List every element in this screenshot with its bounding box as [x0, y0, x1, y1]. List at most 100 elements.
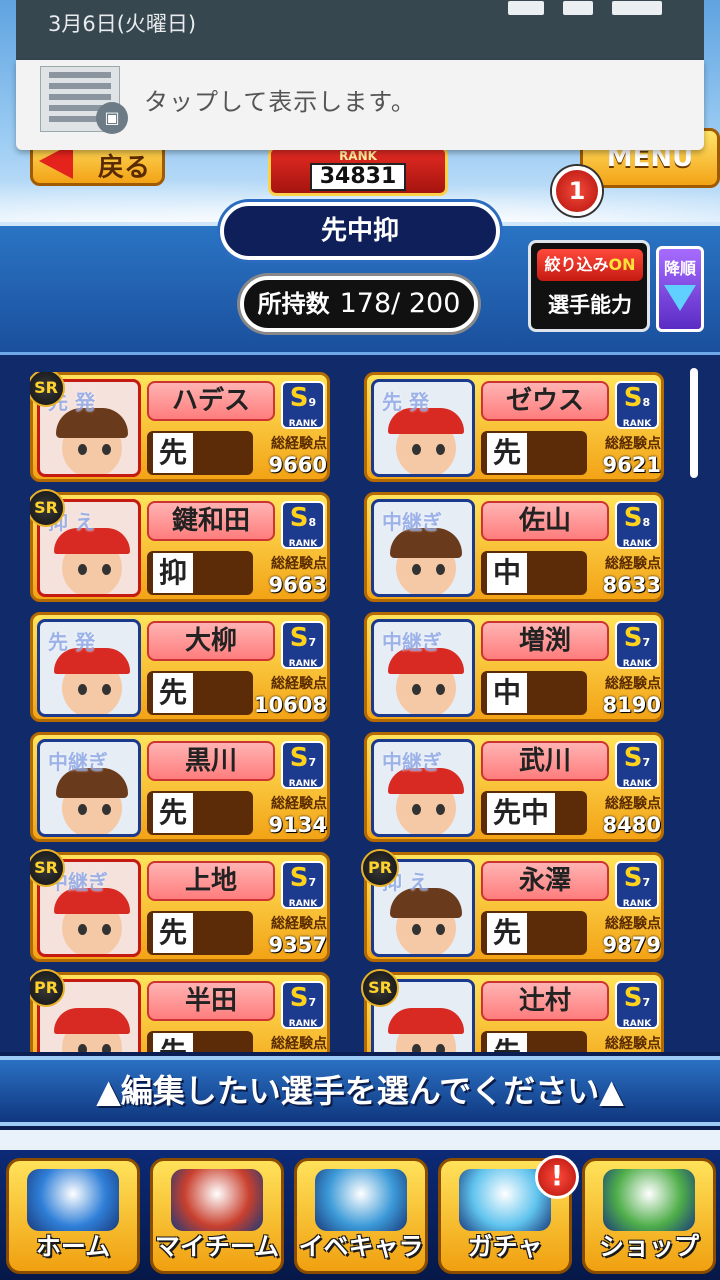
exp-label: 総経験点: [605, 436, 661, 452]
exp-label: 総経験点: [271, 1036, 327, 1052]
sort-label: 降順: [663, 259, 696, 278]
exp-label: 総経験点: [271, 796, 327, 812]
rank-number: 8: [642, 396, 651, 409]
player-eye: [412, 444, 421, 455]
player-card[interactable]: 中継ぎ 黒川 S7 RANK 先 総経験点 9134: [30, 732, 330, 842]
filter-on-state: ON: [608, 255, 636, 274]
player-eye: [436, 804, 445, 815]
player-card[interactable]: 中継ぎ 武川 S7 RANK 先中 総経験点 8480: [364, 732, 664, 842]
player-card[interactable]: SR 中継ぎ 上地 S7 RANK 先 総経験点 9357: [30, 849, 330, 962]
player-card[interactable]: 先 発 ゼウス S8 RANK 先 総経験点 9621: [364, 372, 664, 482]
rarity-badge: PR: [361, 849, 399, 887]
player-card[interactable]: 先 発 大柳 S7 RANK 先 総経験点 10608: [30, 612, 330, 722]
tab-label: ショップ: [598, 1232, 699, 1261]
wifi-icon: [508, 1, 544, 15]
player-card[interactable]: PR 半田 S7RANK 先 総経験点: [30, 969, 330, 1052]
player-card[interactable]: SR 先 発 ハデス S9 RANK 先 総経験点 9660: [30, 372, 330, 482]
owned-count: 所持数 178/ 200: [240, 276, 478, 332]
rank-number: 9: [308, 396, 317, 409]
rank-letter: S: [289, 383, 309, 413]
rank-caption: RANK: [288, 419, 318, 429]
battery-icon: [612, 1, 663, 15]
exp-label: 総経験点: [271, 436, 327, 452]
rank-letter: S: [289, 863, 309, 893]
signal-icon: [563, 1, 594, 15]
position-label: 抑: [153, 553, 194, 593]
position-label: 先中: [487, 793, 556, 833]
tab-label: ホーム: [35, 1232, 111, 1261]
player-eye: [78, 924, 87, 935]
player-card[interactable]: SR 抑 え 鍵和田 S8 RANK 抑 総経験点 9663: [30, 489, 330, 602]
player-eye: [78, 564, 87, 575]
player-eye: [102, 684, 111, 695]
rank-caption: RANK: [288, 659, 318, 669]
player-rank-badge: S7 RANK: [281, 621, 325, 669]
tab-gacha-ball[interactable]: ガチャ!: [438, 1155, 579, 1274]
exp-label: 総経験点: [605, 556, 661, 572]
rank-letter: S: [623, 743, 643, 773]
tab-label: ガチャ: [467, 1232, 543, 1261]
rank-caption: RANK: [288, 1019, 318, 1029]
player-card[interactable]: PR 抑 え 永澤 S7 RANK 先 総経験点 9879: [361, 849, 664, 962]
exp-value: 9134: [268, 813, 327, 837]
rank-letter: S: [289, 503, 309, 533]
notification-message: タップして表示します。: [144, 88, 416, 116]
player-position: 先: [147, 671, 253, 715]
sort-order-button[interactable]: 降順: [656, 246, 704, 332]
rank-number: 7: [308, 876, 317, 889]
exp-value: 8190: [602, 693, 661, 717]
player-eye: [102, 564, 111, 575]
tab-team-players[interactable]: マイチーム: [150, 1158, 284, 1274]
player-eye: [78, 1044, 87, 1052]
rank-caption: RANK: [288, 779, 318, 789]
rank-label: RANK: [339, 149, 377, 163]
bottom-tab-bar: ホーム マイチーム イベキャラ ガチャ! ショップ: [0, 1150, 720, 1280]
rank-number: 7: [642, 996, 651, 1009]
exp-value: 9357: [268, 933, 327, 957]
position-label: 中: [487, 673, 528, 713]
position-label: 先: [153, 1033, 194, 1052]
player-card-grid: SR 先 発 ハデス S9 RANK 先 総経験点 9660 先 発 ゼウス S8…: [30, 372, 670, 1052]
player-name: 鍵和田: [147, 501, 275, 541]
rank-number: 7: [308, 756, 317, 769]
player-card[interactable]: 中継ぎ 佐山 S8 RANK 中 総経験点 8633: [364, 492, 664, 602]
owned-count-label: 所持数: [257, 290, 330, 318]
player-rank-badge: S7 RANK: [281, 861, 325, 909]
exp-label: 総経験点: [605, 676, 661, 692]
tab-shop-store[interactable]: ショップ: [582, 1158, 716, 1274]
rarity-badge: SR: [361, 969, 399, 1007]
notification-card[interactable]: ▣ タップして表示します。: [16, 60, 704, 150]
player-card[interactable]: SR 辻村 S7 RANK 先 総経験点: [361, 969, 664, 1052]
rank-caption: RANK: [622, 419, 652, 429]
list-scrollbar[interactable]: [690, 368, 698, 478]
filter-ability-button[interactable]: 絞り込みON 選手能力: [528, 240, 650, 332]
player-eye: [102, 924, 111, 935]
player-headwear: [54, 1008, 130, 1034]
tab-home-book[interactable]: ホーム: [6, 1158, 140, 1274]
pitcher-role-overlay: 先 発: [382, 390, 429, 414]
rank-caption: RANK: [288, 539, 318, 549]
home-book-icon: [27, 1169, 119, 1231]
player-portrait: 先 発: [37, 619, 141, 717]
player-rank-badge: S7 RANK: [615, 741, 659, 789]
player-rank-badge: S7 RANK: [281, 741, 325, 789]
player-card[interactable]: 中継ぎ 増渕 S7 RANK 中 総経験点 8190: [364, 612, 664, 722]
position-label: 先: [153, 913, 194, 953]
player-rank-badge: S8 RANK: [281, 501, 325, 549]
shop-store-icon: [603, 1169, 695, 1231]
player-rank-badge: S7 RANK: [281, 981, 325, 1029]
status-icons: [494, 0, 664, 22]
player-name: 大柳: [147, 621, 275, 661]
player-portrait: 中継ぎ: [371, 739, 475, 837]
player-eye: [102, 1044, 111, 1052]
player-portrait: 中継ぎ: [37, 739, 141, 837]
player-eye: [102, 444, 111, 455]
player-eye: [78, 444, 87, 455]
tab-event-character[interactable]: イベキャラ: [294, 1158, 428, 1274]
rank-caption: RANK: [622, 659, 652, 669]
player-position: 先: [481, 911, 587, 955]
menu-notification-badge: 1: [552, 166, 602, 216]
filter-on-indicator: 絞り込みON: [537, 249, 643, 281]
rank-letter: S: [623, 383, 643, 413]
notification-shade[interactable]: 3月6日(火曜日) ▣ タップして表示します。: [16, 0, 704, 150]
